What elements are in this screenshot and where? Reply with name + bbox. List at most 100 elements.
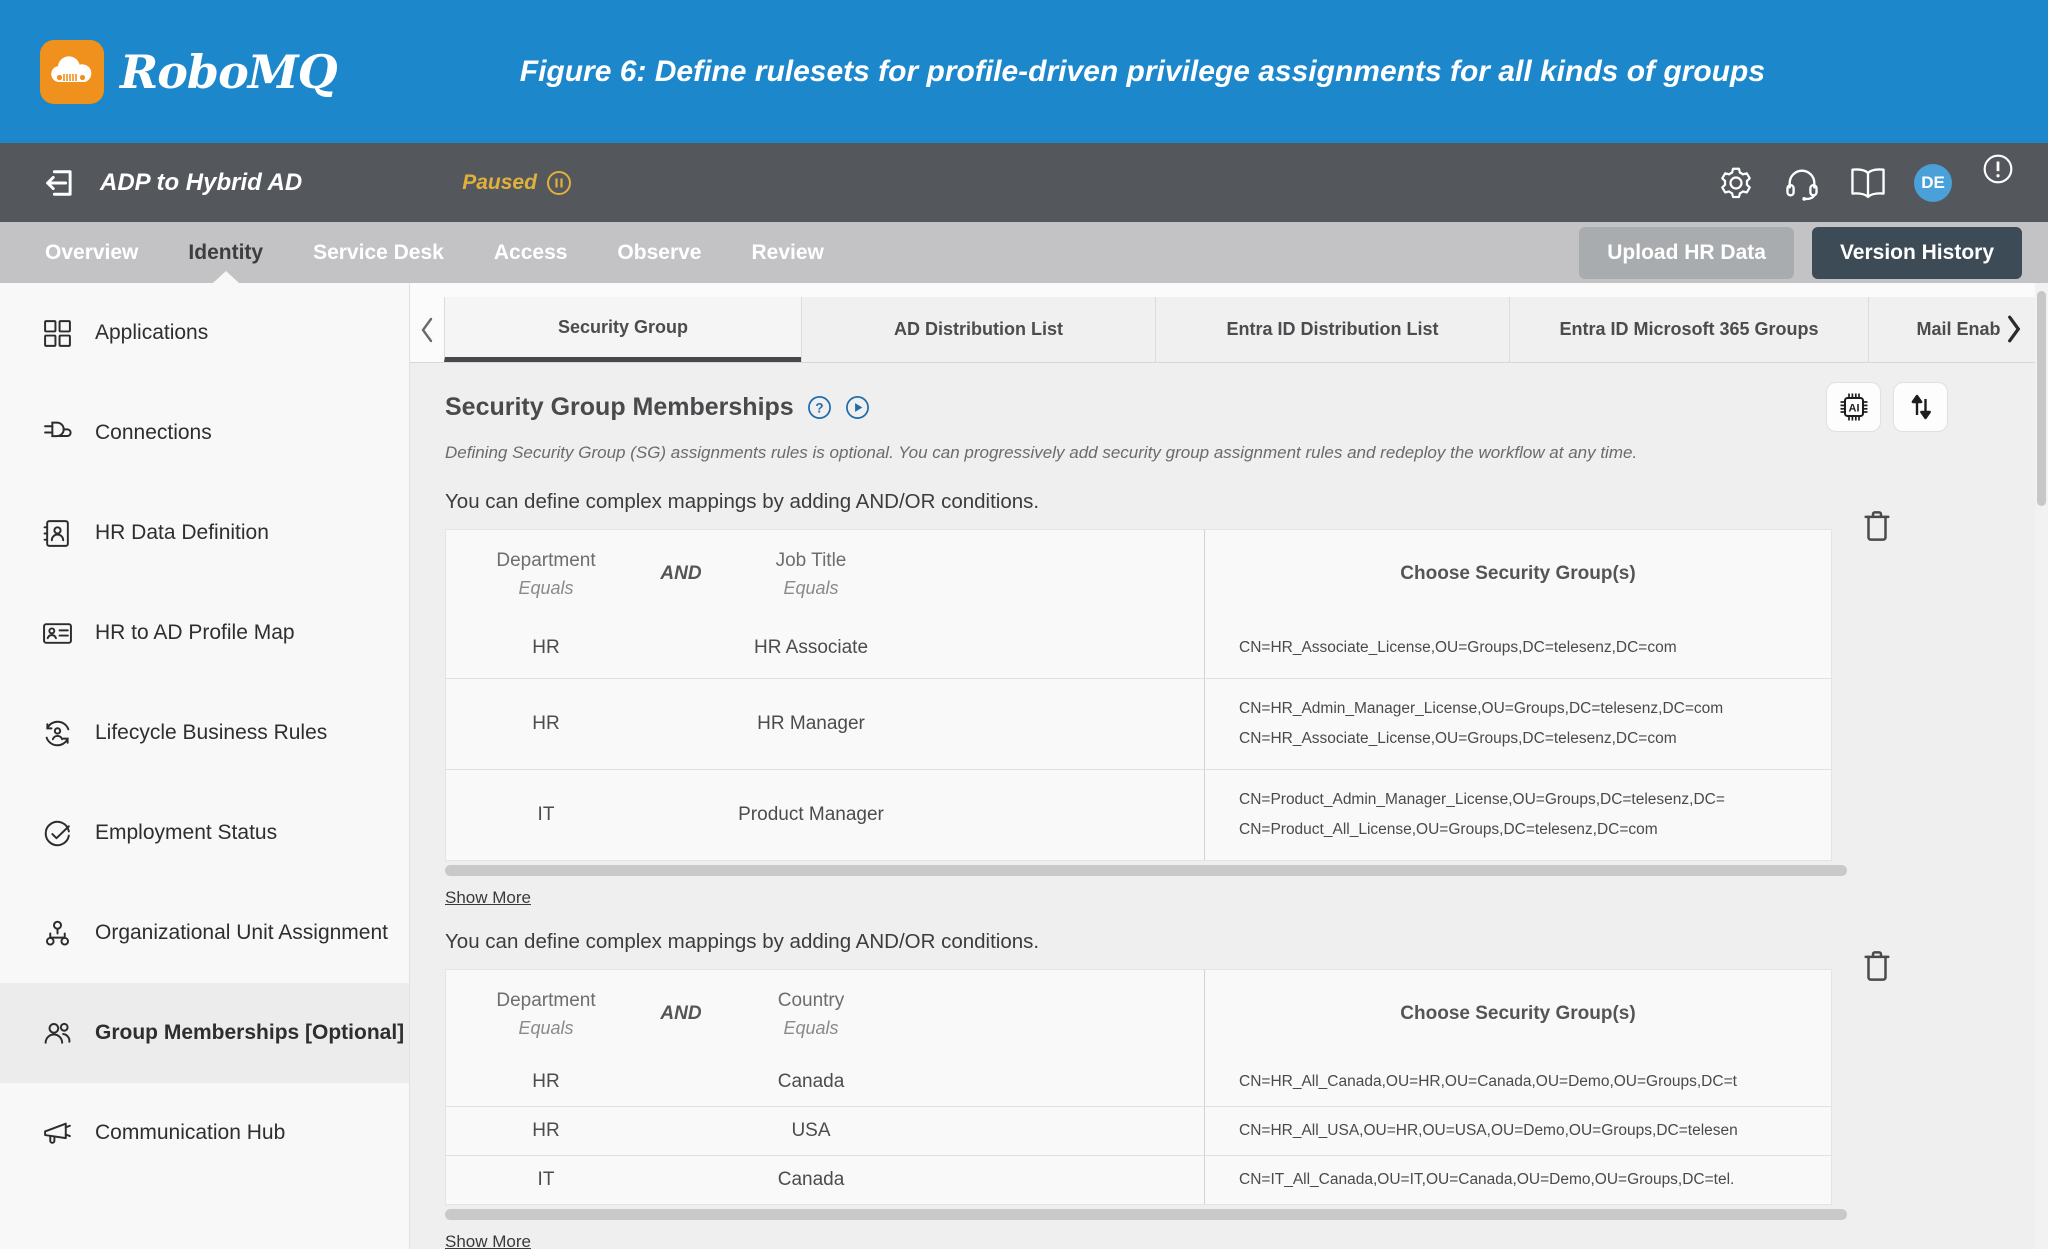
identity-tab-pointer xyxy=(212,271,239,283)
sidebar-item-communication-hub[interactable]: Communication Hub xyxy=(0,1083,409,1183)
sidebar-item-label: Group Memberships [Optional] xyxy=(95,1021,405,1044)
nav-item-access[interactable]: Access xyxy=(494,222,568,283)
apps-grid-icon xyxy=(44,319,71,347)
column-header: Department xyxy=(496,549,596,571)
column-header: Job Title xyxy=(775,549,847,571)
sidebar-item-group-memberships[interactable]: Group Memberships [Optional] xyxy=(0,983,409,1083)
column-operator: Equals xyxy=(783,577,839,598)
sidebar-item-label: HR Data Definition xyxy=(95,521,269,544)
table-row: HR USA CN=HR_All_USA,OU=HR,OU=USA,OU=Dem… xyxy=(446,1106,1831,1155)
mapping-hint-1: You can define complex mappings by addin… xyxy=(445,490,1040,513)
show-more-link-2[interactable]: Show More xyxy=(445,1232,531,1249)
table-row: HR Canada CN=HR_All_Canada,OU=HR,OU=Cana… xyxy=(446,1058,1831,1106)
security-group-item: CN=HR_Associate_License,OU=Groups,DC=tel… xyxy=(1239,633,1821,663)
brand-logo: RoboMQ xyxy=(40,39,338,104)
back-exit-icon[interactable] xyxy=(42,165,78,201)
support-headset-icon[interactable] xyxy=(1782,163,1822,203)
nav-item-identity-label: Identity xyxy=(188,240,264,264)
department-value: IT xyxy=(537,1169,555,1190)
tab-security-group[interactable]: Security Group xyxy=(444,297,801,362)
alert-circle-icon[interactable] xyxy=(1978,149,2018,189)
ai-assist-button[interactable]: AI xyxy=(1826,382,1881,432)
sidebar-item-label: Employment Status xyxy=(95,821,278,844)
department-value: IT xyxy=(537,804,555,825)
settings-gear-icon[interactable] xyxy=(1716,163,1756,203)
main-panel: Security Group AD Distribution List Entr… xyxy=(410,283,2048,1249)
groups-column-header: Choose Security Group(s) xyxy=(1400,563,1636,584)
sidebar-item-connections[interactable]: Connections xyxy=(0,383,409,483)
nav-item-observe[interactable]: Observe xyxy=(617,222,701,283)
nav-item-identity[interactable]: Identity xyxy=(188,222,263,283)
column-operator: Equals xyxy=(783,1017,839,1038)
section-description: Defining Security Group (SG) assignments… xyxy=(445,443,1638,462)
upload-hr-data-button[interactable]: Upload HR Data xyxy=(1579,226,1794,279)
sidebar-item-hr-data-definition[interactable]: HR Data Definition xyxy=(0,483,409,583)
plug-icon xyxy=(44,421,72,437)
group-type-tabstrip: Security Group AD Distribution List Entr… xyxy=(410,283,2048,363)
vertical-scrollbar-thumb[interactable] xyxy=(2037,291,2046,506)
sidebar-item-hr-to-ad-profile-map[interactable]: HR to AD Profile Map xyxy=(0,583,409,683)
join-operator: AND xyxy=(660,1003,702,1024)
pause-circle-icon xyxy=(546,170,571,195)
tab-entra-id-microsoft-365-groups[interactable]: Entra ID Microsoft 365 Groups xyxy=(1509,297,1868,362)
sort-arrows-icon xyxy=(1911,394,1931,420)
column-header: Department xyxy=(496,989,596,1011)
sidebar-item-applications[interactable]: Applications xyxy=(0,283,409,383)
rule-table-1: Department Equals AND Job Title Equals C… xyxy=(445,529,1832,861)
reorder-sort-button[interactable] xyxy=(1893,382,1948,432)
workflow-name: ADP to Hybrid AD xyxy=(100,168,303,196)
tabs-scroll-left-chevron-icon[interactable] xyxy=(410,297,444,362)
sidebar-item-lifecycle-business-rules[interactable]: Lifecycle Business Rules xyxy=(0,683,409,783)
security-group-item: CN=HR_All_USA,OU=HR,OU=USA,OU=Demo,OU=Gr… xyxy=(1239,1116,1821,1146)
main-vertical-scrollbar xyxy=(2035,283,2048,1249)
table-1-horizontal-scrollbar[interactable] xyxy=(445,865,1847,876)
table-2-body: HR Canada CN=HR_All_Canada,OU=HR,OU=Cana… xyxy=(446,1058,1831,1204)
delete-table-1-trash-icon[interactable] xyxy=(1862,509,1892,543)
nav-item-review[interactable]: Review xyxy=(751,222,823,283)
security-group-item: CN=HR_Associate_License,OU=Groups,DC=tel… xyxy=(1239,724,1821,754)
primary-nav: Overview Identity Service Desk Access Ob… xyxy=(0,222,2048,283)
sidebar-item-label: Communication Hub xyxy=(95,1121,286,1144)
cloud-robot-icon xyxy=(51,55,92,82)
tab-ad-distribution-list[interactable]: AD Distribution List xyxy=(801,297,1155,362)
job-title-value: Product Manager xyxy=(738,804,884,825)
workflow-status-label: Paused xyxy=(462,170,537,194)
column-header: Country xyxy=(777,989,845,1011)
sidebar-item-label: Connections xyxy=(95,421,212,444)
users-icon xyxy=(44,1022,71,1044)
sidebar-item-label: Lifecycle Business Rules xyxy=(95,721,328,744)
tabs-scroll-right-chevron-icon[interactable] xyxy=(1994,304,2034,354)
tab-entra-id-distribution-list[interactable]: Entra ID Distribution List xyxy=(1155,297,1509,362)
version-history-button[interactable]: Version History xyxy=(1811,226,2022,279)
workflow-status-badge[interactable]: Paused xyxy=(462,170,572,196)
delete-table-2-trash-icon[interactable] xyxy=(1862,949,1892,983)
sidebar-item-label: HR to AD Profile Map xyxy=(95,621,295,644)
groups-column-header: Choose Security Group(s) xyxy=(1400,1003,1636,1024)
section-header: Security Group Memberships ? AI xyxy=(445,382,2048,432)
table-2-header-row: Department Equals AND Country Equals Cho… xyxy=(446,970,1831,1058)
department-value: HR xyxy=(532,1120,560,1141)
security-group-item: CN=HR_Admin_Manager_License,OU=Groups,DC… xyxy=(1239,694,1821,724)
avatar[interactable]: DE xyxy=(1914,163,1952,202)
nav-item-overview[interactable]: Overview xyxy=(45,222,138,283)
person-cycle-icon xyxy=(45,720,70,746)
workflow-bar: ADP to Hybrid AD Paused DE xyxy=(0,143,2048,222)
help-icon[interactable]: ? xyxy=(807,395,832,420)
org-chart-icon xyxy=(45,920,70,946)
sidebar-item-label: Organizational Unit Assignment xyxy=(95,921,388,944)
country-value: USA xyxy=(791,1120,831,1141)
sidebar-item-employment-status[interactable]: Employment Status xyxy=(0,783,409,883)
documentation-book-icon[interactable] xyxy=(1848,163,1888,203)
sidebar-item-organizational-unit-assignment[interactable]: Organizational Unit Assignment xyxy=(0,883,409,983)
job-title-value: HR Associate xyxy=(753,637,869,658)
nav-item-service-desk[interactable]: Service Desk xyxy=(313,222,444,283)
table-2-horizontal-scrollbar[interactable] xyxy=(445,1209,1847,1220)
check-circle-icon xyxy=(44,820,70,846)
country-value: Canada xyxy=(777,1071,845,1092)
play-video-icon[interactable] xyxy=(845,395,870,420)
country-value: Canada xyxy=(777,1169,845,1190)
robomq-logo-icon xyxy=(40,39,104,104)
security-group-item: CN=HR_All_Canada,OU=HR,OU=Canada,OU=Demo… xyxy=(1239,1067,1821,1097)
show-more-link-1[interactable]: Show More xyxy=(445,888,531,908)
sidebar: Applications Connections HR Data Definit… xyxy=(0,283,410,1249)
